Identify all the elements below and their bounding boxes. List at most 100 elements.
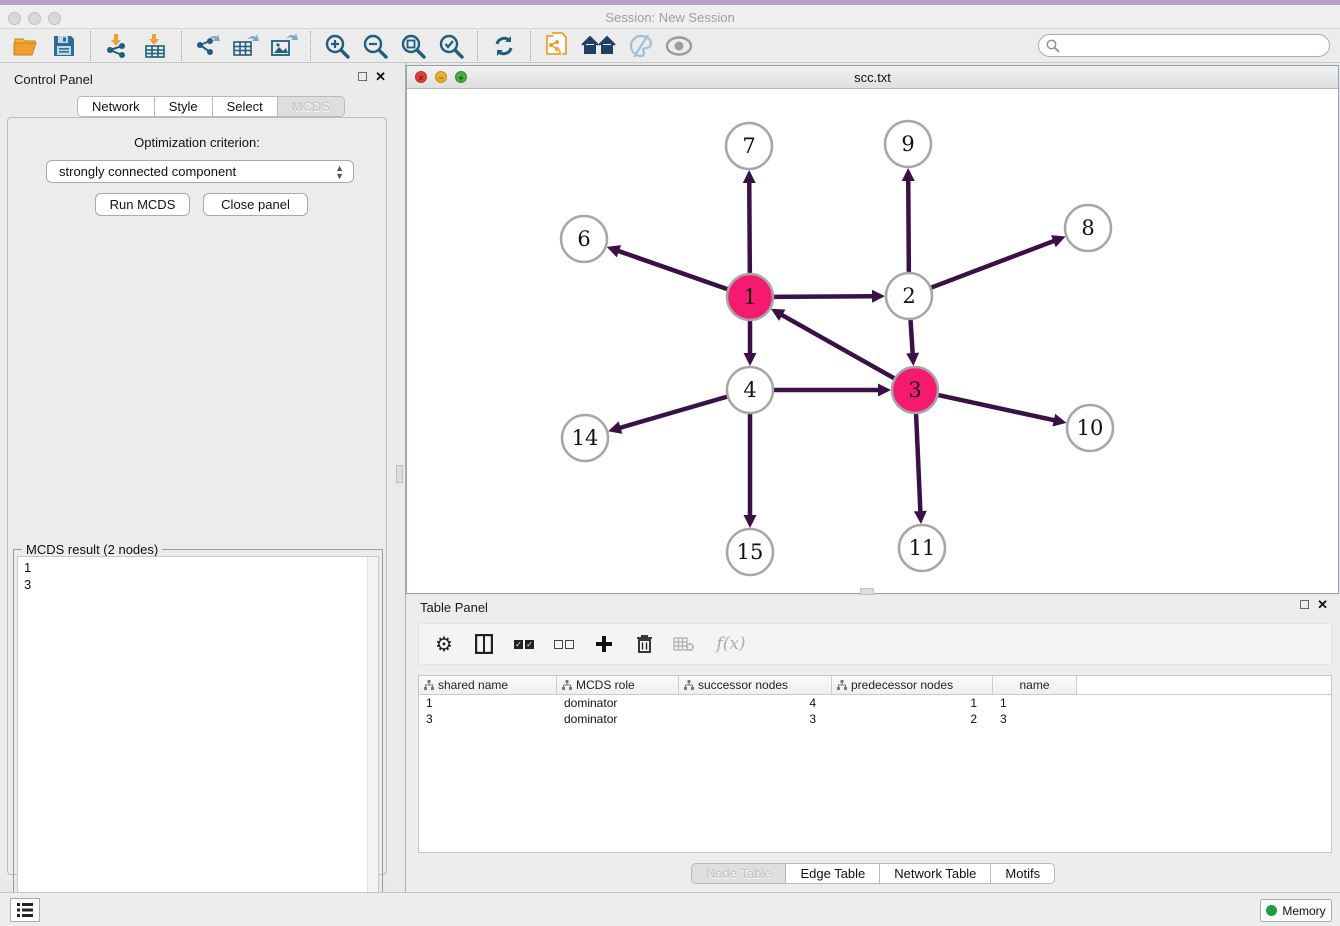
import-network-icon[interactable] bbox=[101, 31, 133, 61]
criterion-select[interactable]: strongly connected component ▲▼ bbox=[46, 160, 354, 183]
horizontal-divider-grip[interactable] bbox=[860, 588, 874, 595]
node-label: 11 bbox=[909, 536, 936, 560]
open-file-icon[interactable] bbox=[10, 31, 42, 61]
edge-3-10[interactable] bbox=[936, 394, 1056, 420]
unchecked-box-icon bbox=[554, 640, 563, 649]
control-panel-header: Control Panel ☐ ✕ bbox=[0, 63, 394, 93]
node-label: 14 bbox=[572, 426, 599, 450]
titlebar[interactable]: Session: New Session bbox=[0, 5, 1340, 29]
edge-1-2[interactable] bbox=[771, 296, 874, 297]
table-cell[interactable]: dominator bbox=[557, 695, 679, 711]
tab-node-table[interactable]: Node Table bbox=[691, 863, 786, 884]
edge-4-14[interactable] bbox=[619, 396, 730, 428]
export-network-icon[interactable] bbox=[192, 31, 224, 61]
table-cell[interactable]: 1 bbox=[832, 695, 993, 711]
mcds-result-text[interactable]: 1 3 bbox=[17, 556, 379, 917]
column-header[interactable]: successor nodes bbox=[679, 676, 832, 694]
edge-arrowhead bbox=[607, 245, 621, 257]
edge-1-7[interactable] bbox=[749, 181, 750, 276]
node-table[interactable]: shared name MCDS rolesuccessor nodes prede… bbox=[418, 675, 1332, 853]
export-table-icon[interactable] bbox=[230, 31, 262, 61]
float-table-panel-icon[interactable]: ☐ bbox=[1299, 599, 1310, 611]
table-cell[interactable]: 3 bbox=[993, 711, 1077, 727]
show-hide-icon[interactable] bbox=[663, 31, 695, 61]
column-settings-icon[interactable] bbox=[471, 631, 497, 657]
tree-column-icon bbox=[684, 680, 694, 690]
result-scrollbar[interactable] bbox=[367, 557, 378, 916]
network-view-title: scc.txt bbox=[407, 70, 1338, 85]
table-cell[interactable]: dominator bbox=[557, 711, 679, 727]
network-window-titlebar[interactable]: × − + scc.txt bbox=[407, 66, 1338, 89]
network-canvas[interactable]: 1234678910111415 bbox=[407, 89, 1338, 593]
refresh-icon[interactable] bbox=[488, 31, 520, 61]
add-icon[interactable] bbox=[591, 631, 617, 657]
memory-button[interactable]: Memory bbox=[1260, 899, 1332, 922]
tab-style[interactable]: Style bbox=[154, 96, 212, 117]
table-cell[interactable]: 3 bbox=[679, 711, 832, 727]
tree-column-icon bbox=[837, 680, 847, 690]
float-panel-icon[interactable]: ☐ bbox=[357, 71, 368, 83]
edge-arrowhead bbox=[743, 170, 756, 183]
edge-3-11[interactable] bbox=[916, 411, 921, 513]
edge-1-6[interactable] bbox=[617, 251, 730, 291]
table-toolbar: ⚙ ✓ ✓ f(x) bbox=[418, 623, 1332, 665]
network-graph[interactable]: 1234678910111415 bbox=[407, 89, 1338, 593]
zoom-fit-icon[interactable] bbox=[397, 31, 429, 61]
table-cell[interactable]: 3 bbox=[419, 711, 557, 727]
column-header[interactable]: MCDS role bbox=[557, 676, 679, 694]
annotations-icon[interactable] bbox=[625, 31, 657, 61]
first-neighbors-icon[interactable] bbox=[579, 31, 619, 61]
tab-select[interactable]: Select bbox=[212, 96, 277, 117]
control-panel-title: Control Panel bbox=[14, 72, 93, 87]
edge-2-8[interactable] bbox=[929, 240, 1056, 288]
toolbar-separator bbox=[477, 31, 478, 61]
edge-2-9[interactable] bbox=[908, 179, 909, 275]
column-header-label: shared name bbox=[438, 678, 508, 692]
duplicate-network-icon[interactable] bbox=[541, 31, 573, 61]
divider-grip[interactable] bbox=[396, 465, 403, 483]
tab-motifs[interactable]: Motifs bbox=[990, 863, 1055, 884]
run-mcds-button[interactable]: Run MCDS bbox=[95, 193, 190, 216]
vertical-split-divider[interactable] bbox=[394, 63, 406, 892]
tab-edge-table[interactable]: Edge Table bbox=[785, 863, 879, 884]
select-all-icon[interactable]: ✓ ✓ bbox=[511, 631, 537, 657]
gear-icon[interactable]: ⚙ bbox=[431, 631, 457, 657]
tab-network[interactable]: Network bbox=[77, 96, 154, 117]
node-label: 7 bbox=[742, 134, 755, 158]
table-row[interactable]: 3dominator323 bbox=[419, 711, 1331, 727]
search-input[interactable] bbox=[1038, 34, 1330, 57]
node-label: 8 bbox=[1081, 216, 1094, 240]
tab-network-table[interactable]: Network Table bbox=[879, 863, 990, 884]
close-panel-icon[interactable]: ✕ bbox=[375, 70, 386, 83]
save-session-icon[interactable] bbox=[48, 31, 80, 61]
zoom-in-icon[interactable] bbox=[321, 31, 353, 61]
edge-arrowhead bbox=[872, 290, 885, 303]
column-header[interactable]: shared name bbox=[419, 676, 557, 694]
close-table-panel-icon[interactable]: ✕ bbox=[1317, 598, 1328, 611]
table-cell[interactable]: 1 bbox=[419, 695, 557, 711]
tab-mcds[interactable]: MCDS bbox=[277, 96, 345, 117]
table-cell[interactable]: 2 bbox=[832, 711, 993, 727]
edge-2-3[interactable] bbox=[910, 317, 912, 355]
node-label: 2 bbox=[902, 284, 915, 308]
column-header-label: predecessor nodes bbox=[851, 678, 953, 692]
delete-icon[interactable] bbox=[631, 631, 657, 657]
export-image-icon[interactable] bbox=[268, 31, 300, 61]
toolbar-separator bbox=[181, 31, 182, 61]
zoom-selected-icon[interactable] bbox=[435, 31, 467, 61]
zoom-out-icon[interactable] bbox=[359, 31, 391, 61]
table-cell[interactable]: 1 bbox=[993, 695, 1077, 711]
close-panel-button[interactable]: Close panel bbox=[203, 193, 308, 216]
status-bar: Memory bbox=[0, 892, 1340, 926]
column-header[interactable]: name bbox=[993, 676, 1077, 694]
column-header[interactable]: predecessor nodes bbox=[832, 676, 993, 694]
unselect-all-icon[interactable] bbox=[551, 631, 577, 657]
table-body: 1dominator4113dominator323 bbox=[419, 695, 1331, 727]
import-table-icon[interactable] bbox=[139, 31, 171, 61]
search-field[interactable] bbox=[1038, 34, 1330, 57]
edge-3-1[interactable] bbox=[780, 314, 896, 380]
table-cell[interactable]: 4 bbox=[679, 695, 832, 711]
task-history-button[interactable] bbox=[10, 898, 40, 922]
tree-column-icon bbox=[424, 680, 434, 690]
table-row[interactable]: 1dominator411 bbox=[419, 695, 1331, 711]
